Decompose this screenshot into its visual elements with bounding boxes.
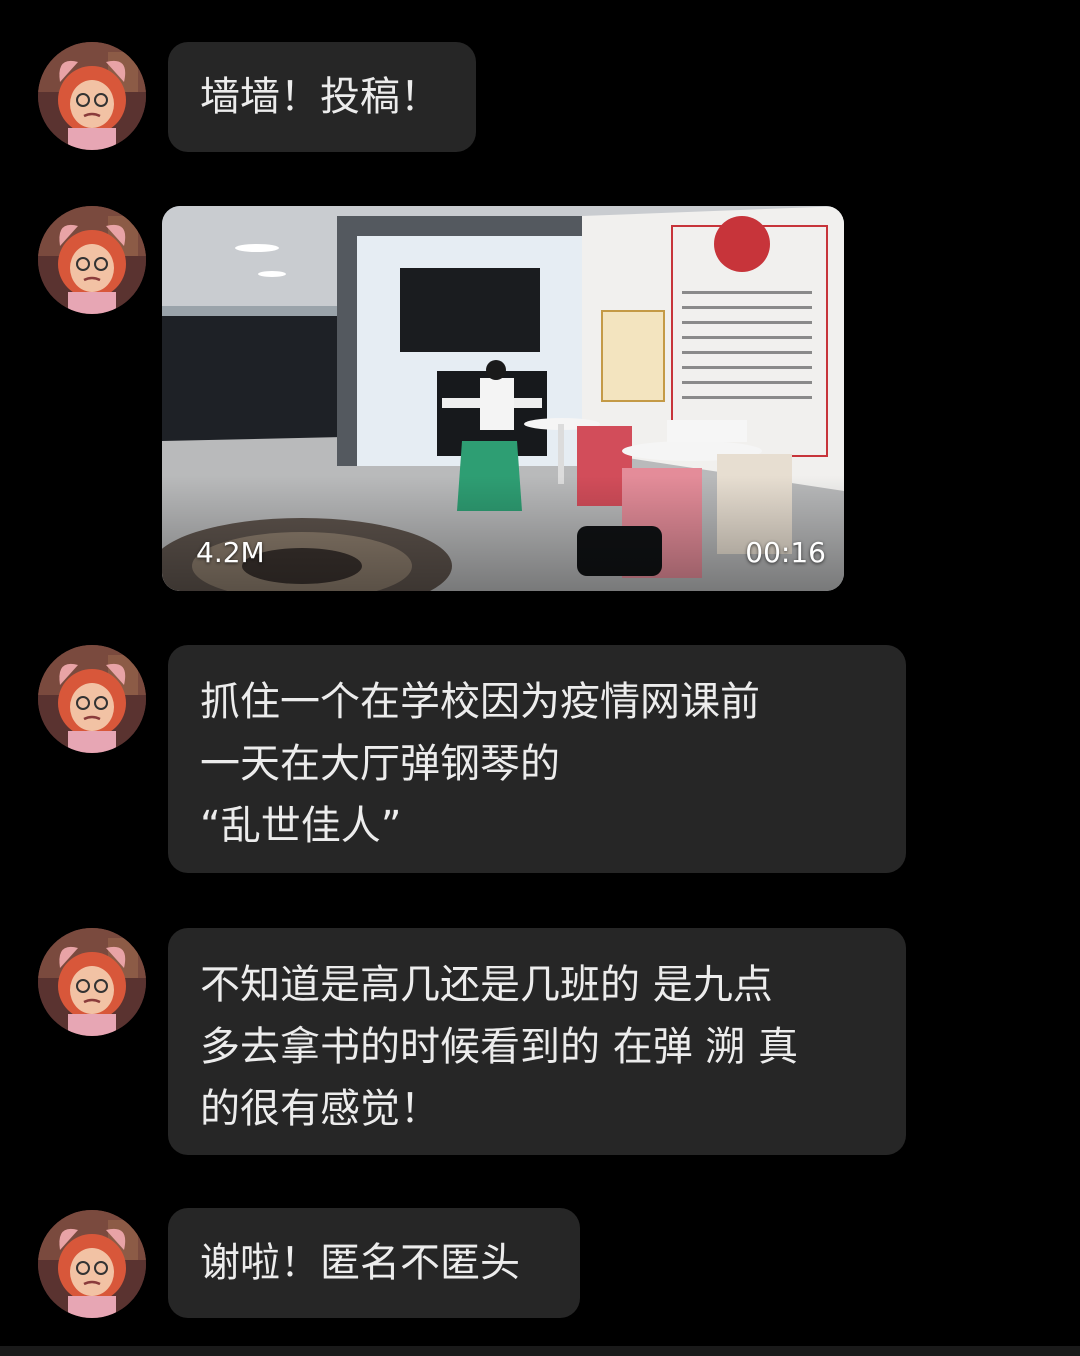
- avatar[interactable]: [38, 645, 146, 753]
- video-message[interactable]: 4.2M 00:16: [162, 206, 844, 591]
- video-thumbnail: [162, 206, 844, 591]
- avatar[interactable]: [38, 1210, 146, 1318]
- message-bubble-3[interactable]: 抓住一个在学校因为疫情网课前 一天在大厅弹钢琴的 “乱世佳人”: [168, 645, 906, 873]
- avatar[interactable]: [38, 928, 146, 1036]
- bottom-edge: [0, 1346, 1080, 1356]
- message-bubble-1[interactable]: 墙墙！投稿！: [168, 42, 476, 152]
- cartoon-girl-avatar-icon: [38, 645, 146, 753]
- cartoon-girl-avatar-icon: [38, 1210, 146, 1318]
- video-file-size: 4.2M: [196, 536, 265, 569]
- cartoon-girl-avatar-icon: [38, 928, 146, 1036]
- message-bubble-4[interactable]: 不知道是高几还是几班的 是九点 多去拿书的时候看到的 在弹 溯 真 的很有感觉！: [168, 928, 906, 1155]
- video-duration: 00:16: [745, 536, 826, 569]
- cartoon-girl-avatar-icon: [38, 42, 146, 150]
- cartoon-girl-avatar-icon: [38, 206, 146, 314]
- message-bubble-5[interactable]: 谢啦！匿名不匿头: [168, 1208, 580, 1318]
- avatar[interactable]: [38, 206, 146, 314]
- avatar[interactable]: [38, 42, 146, 150]
